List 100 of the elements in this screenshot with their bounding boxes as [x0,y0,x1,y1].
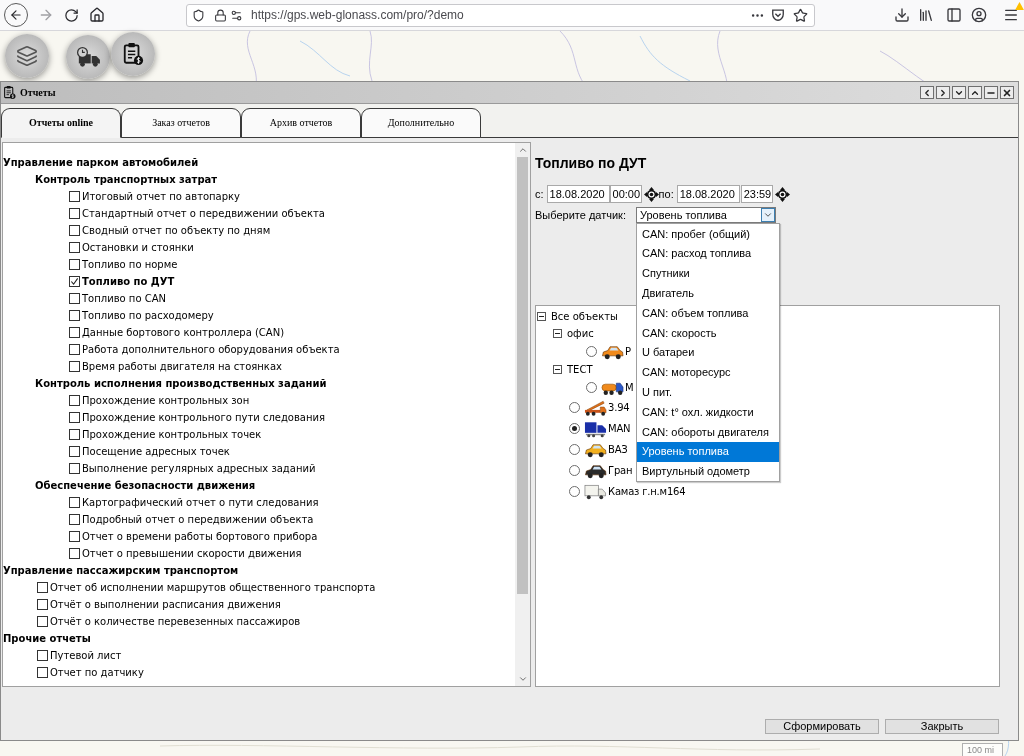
object-label[interactable]: Камаз г.н.м164 [608,485,686,498]
checkbox[interactable] [69,310,80,321]
radio-button[interactable] [586,346,597,357]
report-option[interactable]: Отчет о превышении скорости движения [82,547,302,560]
radio-button[interactable] [569,402,580,413]
date-field[interactable]: 18.08.2020 [546,185,610,203]
collapse-icon[interactable] [553,329,562,338]
tab[interactable]: Заказ отчетов [121,108,241,138]
report-option[interactable]: Отчет по датчику [50,666,144,679]
report-option[interactable]: Отчёт о количестве перевезенных пассажиров [50,615,301,628]
download-icon[interactable] [894,7,910,23]
checkbox[interactable] [37,599,48,610]
dropdown-option[interactable]: CAN: расход топлива [637,243,779,264]
checkbox[interactable] [69,446,80,457]
dropdown-button[interactable] [761,208,775,222]
checkbox[interactable] [37,667,48,678]
tab[interactable]: Архив отчетов [241,108,361,138]
checkbox[interactable] [69,412,80,423]
dropdown-option[interactable]: Виртульный одометр [637,461,779,482]
checkbox[interactable] [69,395,80,406]
menu-icon[interactable] [1003,7,1019,23]
checkbox[interactable] [69,497,80,508]
dropdown-option[interactable]: U батареи [637,342,779,363]
report-option[interactable]: Работа дополнительного оборудования объекта [82,343,340,356]
report-option[interactable]: Данные бортового контроллера (CAN) [82,326,285,339]
report-option[interactable]: Выполнение регулярных адресных заданий [82,462,316,475]
dropdown-option[interactable]: Уровень топлива [637,441,779,462]
layers-button[interactable] [5,34,49,78]
reload-icon[interactable] [64,7,79,23]
checkbox[interactable] [69,276,80,287]
checkbox[interactable] [37,616,48,627]
object-label[interactable]: ВАЗ [608,443,628,456]
sliders-icon[interactable] [230,8,243,22]
checkbox[interactable] [69,531,80,542]
scrollbar[interactable] [515,143,530,686]
checkbox[interactable] [69,548,80,559]
dropdown-option[interactable]: Двигатель [637,283,779,304]
report-option[interactable]: Стандартный отчет о передвижении объекта [82,207,325,220]
dropdown-option[interactable]: Спутники [637,263,779,284]
dropdown-option[interactable]: CAN: объем топлива [637,303,779,323]
sidebar-icon[interactable] [946,7,962,23]
checkbox[interactable] [69,191,80,202]
checkbox[interactable] [69,293,80,304]
library-icon[interactable] [918,7,934,23]
report-option[interactable]: Картографический отчет о пути следования [82,496,319,509]
dropdown-option[interactable]: CAN: скорость [637,323,779,343]
report-option[interactable]: Итоговый отчет по автопарку [82,190,241,203]
report-option[interactable]: Прохождение контрольного пути следования [82,411,326,424]
report-option[interactable]: Топливо по ДУТ [82,275,175,288]
report-option[interactable]: Остановки и стоянки [82,241,194,254]
shield-chevron-icon[interactable] [771,8,785,22]
report-option[interactable]: Сводный отчет по объекту по дням [82,224,271,237]
report-option[interactable]: Время работы двигателя на стоянках [82,360,282,373]
report-option[interactable]: Подробный отчет о передвижении объекта [82,513,314,526]
target-icon[interactable] [643,186,659,202]
vehicle-schedule-button[interactable] [66,35,110,79]
scroll-up-icon[interactable] [517,145,528,155]
object-group-label[interactable]: офис [567,327,594,340]
report-option[interactable]: Отчет об исполнении маршрутов общественного транспорта [50,581,376,594]
checkbox[interactable] [69,327,80,338]
object-label[interactable]: Р [625,345,631,358]
generate-button[interactable]: Сформировать [765,719,879,734]
next-button[interactable] [936,86,950,99]
report-option[interactable]: Топливо по расходомеру [82,309,214,322]
object-label[interactable]: 3.94 [608,401,630,414]
checkbox[interactable] [37,650,48,661]
lock-icon[interactable] [214,8,227,22]
checkbox[interactable] [69,242,80,253]
scrollbar-thumb[interactable] [517,157,528,594]
home-icon[interactable] [89,7,105,23]
previous-button[interactable] [920,86,934,99]
report-option[interactable]: Топливо по CAN [82,292,166,305]
account-icon[interactable] [971,7,987,23]
close-window-button[interactable] [1000,86,1014,99]
radio-button[interactable] [569,423,580,434]
dropdown-option[interactable]: CAN: обороты двигателя [637,421,779,442]
report-option[interactable]: Топливо по норме [82,258,178,271]
close-button[interactable]: Закрыть [885,719,999,734]
checkbox[interactable] [69,514,80,525]
report-option[interactable]: Путевой лист [50,649,122,662]
dropdown-option[interactable]: CAN: t° охл. жидкости [637,402,779,422]
object-label[interactable]: М [625,381,634,394]
checkbox[interactable] [69,429,80,440]
dropdown-option[interactable]: U пит. [637,382,779,403]
object-label[interactable]: Гран [608,464,633,477]
reports-button[interactable] [111,32,155,76]
time-field[interactable]: 00:00 [609,185,642,203]
scroll-down-icon[interactable] [517,674,528,684]
date-field[interactable]: 18.08.2020 [676,185,740,203]
radio-button[interactable] [569,444,580,455]
collapse-icon[interactable] [553,365,562,374]
radio-button[interactable] [586,382,597,393]
report-option[interactable]: Прохождение контрольных точек [82,428,262,441]
dropdown-option[interactable]: CAN: пробег (общий) [637,224,779,244]
collapse-icon[interactable] [537,312,546,321]
sensor-select[interactable]: Уровень топлива [636,207,776,223]
tab[interactable]: Дополнительно [361,108,481,138]
shield-icon[interactable] [192,8,205,22]
collapse-button[interactable] [952,86,966,99]
checkbox[interactable] [37,582,48,593]
